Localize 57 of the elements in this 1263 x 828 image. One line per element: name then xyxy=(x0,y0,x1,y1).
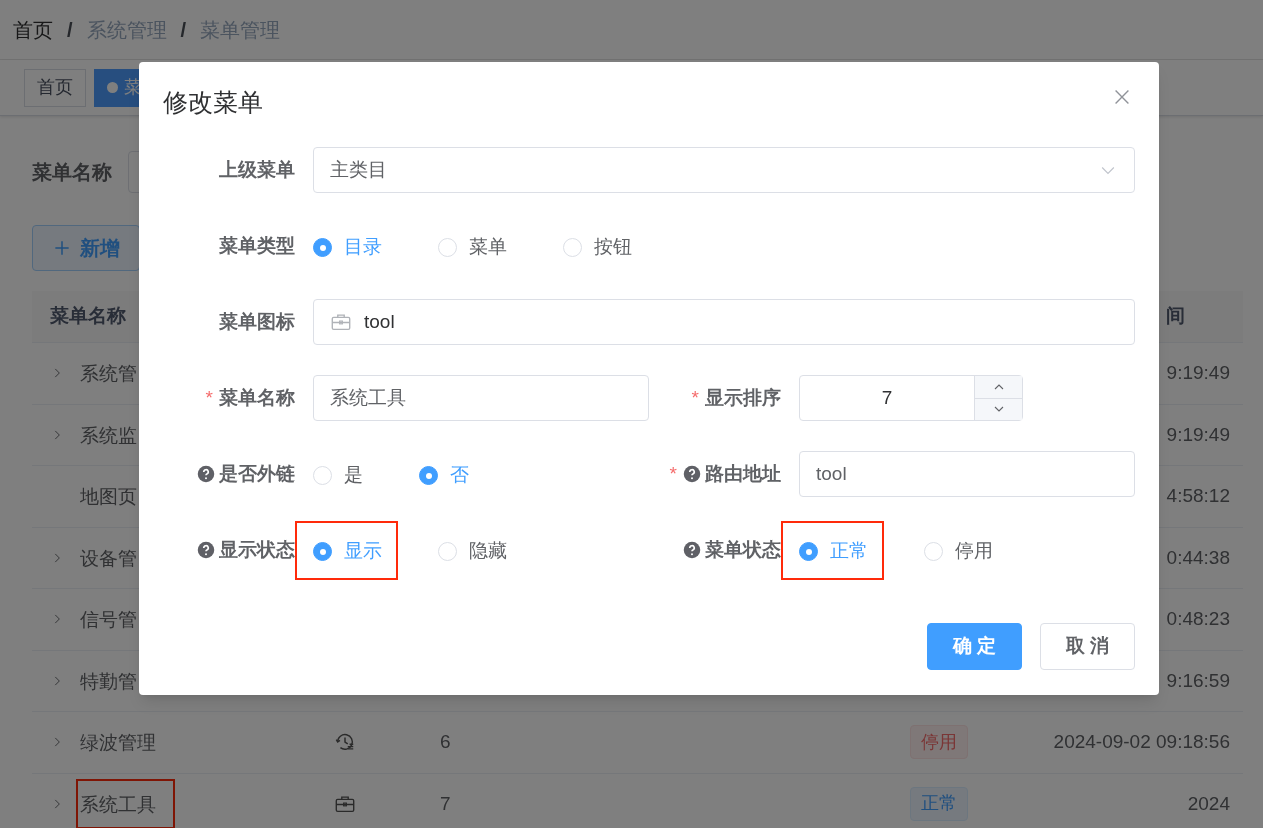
input-field[interactable]: tool xyxy=(799,451,1135,497)
dialog-title: 修改菜单 xyxy=(163,87,263,118)
status-tag: 正常 xyxy=(910,786,968,821)
table-cell-text: 9:16:59 xyxy=(1166,668,1231,693)
table-cell-text: 0:44:38 xyxy=(1166,545,1231,570)
field-label: 显示排序 xyxy=(705,385,781,410)
table-cell: 7 xyxy=(440,792,451,814)
tag[interactable]: 首页 xyxy=(24,68,86,107)
field-label: 菜单类型 xyxy=(219,233,295,258)
field-label: 菜单图标 xyxy=(219,309,295,334)
column-header: 菜单名称 xyxy=(50,305,126,327)
help-icon[interactable] xyxy=(683,465,701,483)
table-cell-text: 9:19:49 xyxy=(1166,422,1231,447)
required-mark: * xyxy=(205,385,213,410)
table-cell: 系统监 xyxy=(80,424,137,446)
required-mark: * xyxy=(691,385,699,410)
radio-option[interactable]: 停用 xyxy=(924,539,993,564)
table-cell: 6 xyxy=(440,731,451,752)
table-cell: 特勤管 xyxy=(80,670,137,692)
separator: / xyxy=(180,17,187,43)
field-label: 菜单状态 xyxy=(705,537,781,562)
table-cell: 绿波管理 xyxy=(80,732,156,753)
breadcrumb-item: 首页 xyxy=(13,17,53,43)
table-cell: 地图页 xyxy=(80,486,137,507)
field-label: 显示状态 xyxy=(219,537,295,562)
help-icon[interactable] xyxy=(683,541,701,559)
field-label: 菜单名称 xyxy=(219,385,295,410)
field-label: 菜单名称 xyxy=(32,160,112,185)
field-label: 路由地址 xyxy=(705,461,781,486)
number-field[interactable]: 7 xyxy=(799,375,1023,421)
select-field[interactable]: 主类目 xyxy=(313,147,1135,193)
field-label: 是否外链 xyxy=(219,461,295,486)
table-cell-text: 2024-09-02 09:18:56 xyxy=(1053,730,1231,754)
table-cell: 系统管 xyxy=(80,363,137,384)
radio-option[interactable]: 按钮 xyxy=(563,235,632,260)
table-cell-text: 9:19:49 xyxy=(1166,361,1231,385)
field-label: 上级菜单 xyxy=(219,157,295,182)
help-icon[interactable] xyxy=(197,541,215,559)
toolbox-icon xyxy=(330,311,352,333)
status-tag: 停用 xyxy=(910,725,968,760)
table-cell: 信号管 xyxy=(80,609,137,630)
plus-icon xyxy=(52,238,72,258)
table-cell: 设备管 xyxy=(80,547,137,569)
table-cell-text: 0:48:23 xyxy=(1166,607,1231,631)
help-icon[interactable] xyxy=(197,465,215,483)
table-cell-text: 4:58:12 xyxy=(1166,484,1231,508)
radio-option[interactable]: 菜单 xyxy=(438,235,507,260)
table-cell: 系统工具 xyxy=(80,793,156,815)
separator: / xyxy=(67,17,73,43)
table-cell-text: 2024 xyxy=(1187,791,1231,816)
input-field[interactable]: 系统工具 xyxy=(313,375,649,421)
dialog-button[interactable]: 取 消 xyxy=(1040,623,1135,670)
radio-option[interactable]: 是 xyxy=(313,463,363,488)
required-mark: * xyxy=(669,461,677,486)
input-field[interactable]: tool xyxy=(313,299,1135,345)
column-header: 间 xyxy=(1166,304,1185,329)
radio-option[interactable]: 隐藏 xyxy=(438,539,507,564)
